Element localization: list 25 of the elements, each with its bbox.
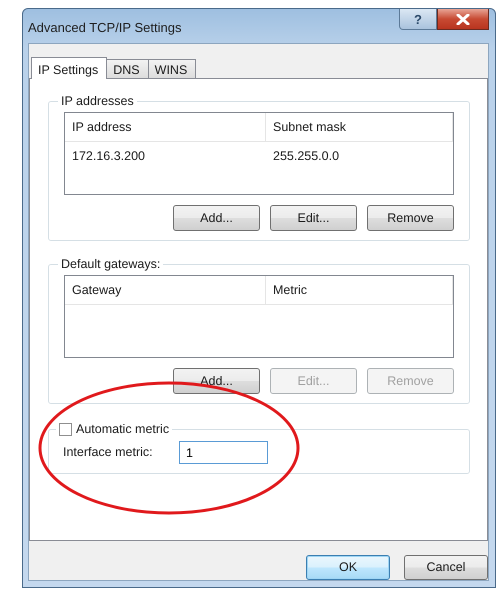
help-button[interactable]: ? [399, 9, 437, 30]
table-cell-text: 255.255.0.0 [272, 148, 340, 165]
close-button[interactable] [437, 9, 489, 30]
column-header[interactable]: Subnet mask [266, 113, 453, 142]
edit-button[interactable]: Edit... [270, 205, 357, 231]
column-header[interactable]: IP address [65, 113, 266, 142]
checkbox-label: Automatic metric [76, 422, 170, 436]
checkbox[interactable] [59, 422, 72, 436]
remove-button[interactable]: Remove [367, 205, 454, 231]
close-icon [456, 14, 470, 24]
tab[interactable]: DNS [106, 59, 149, 78]
window-title: Advanced TCP/IP Settings [28, 19, 182, 37]
tab[interactable]: WINS [148, 59, 196, 78]
tab[interactable]: IP Settings [31, 57, 108, 79]
field-label: Interface metric: [63, 444, 154, 462]
column-header[interactable]: Gateway [65, 276, 266, 305]
cancel-button[interactable]: Cancel [404, 555, 488, 580]
table-cell-text: 172.16.3.200 [71, 148, 146, 165]
add-button[interactable]: Add... [173, 368, 260, 394]
ok-button[interactable]: OK [306, 555, 390, 580]
input-field[interactable]: 1 [179, 441, 268, 464]
column-header[interactable]: Metric [266, 276, 453, 305]
group-label: IP addresses [60, 94, 135, 108]
add-button[interactable]: Add... [173, 205, 260, 231]
group-label: Default gateways: [60, 257, 162, 271]
